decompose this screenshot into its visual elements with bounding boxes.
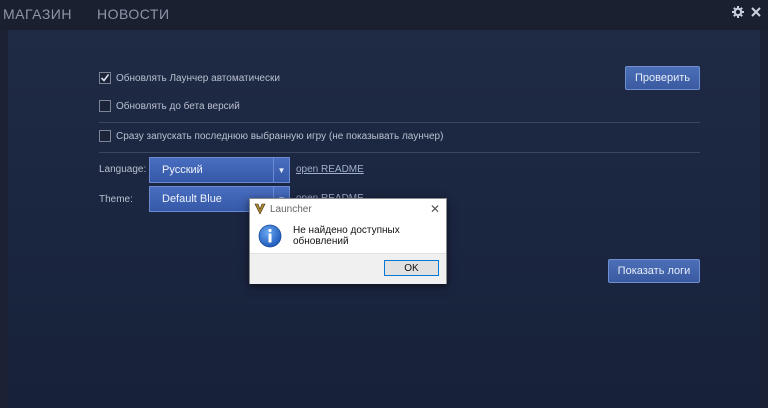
dialog-footer: OK — [250, 253, 446, 284]
language-readme-link[interactable]: open README — [296, 164, 364, 175]
auto-update-option[interactable]: Обновлять Лаунчер автоматически — [99, 72, 280, 84]
auto-update-label: Обновлять Лаунчер автоматически — [116, 72, 280, 84]
update-message-dialog: Launcher ✕ Не найдено доступных обновлен… — [249, 198, 447, 284]
beta-update-checkbox[interactable] — [99, 100, 111, 112]
language-label: Language: — [99, 164, 147, 175]
language-value: Русский — [162, 164, 203, 176]
nav-store[interactable]: МАГАЗИН — [3, 6, 72, 22]
show-logs-button[interactable]: Показать логи — [608, 259, 700, 283]
chevron-down-icon: ▼ — [273, 158, 289, 182]
dialog-title: Launcher — [270, 203, 312, 215]
beta-update-label: Обновлять до бета версий — [116, 100, 240, 112]
beta-update-option[interactable]: Обновлять до бета версий — [99, 100, 240, 112]
dialog-body: Не найдено доступных обновлений — [250, 219, 446, 253]
theme-value: Default Blue — [162, 193, 222, 205]
launch-last-checkbox[interactable] — [99, 130, 111, 142]
language-select[interactable]: Русский ▼ — [149, 157, 290, 183]
launch-last-option[interactable]: Сразу запускать последнюю выбранную игру… — [99, 130, 443, 142]
window-controls — [732, 6, 762, 18]
check-icon — [100, 74, 110, 82]
info-icon — [258, 224, 282, 248]
theme-label: Theme: — [99, 194, 133, 205]
dialog-title-bar[interactable]: Launcher ✕ — [250, 199, 446, 219]
close-icon[interactable]: ✕ — [430, 202, 440, 216]
divider — [99, 152, 700, 153]
check-updates-button[interactable]: Проверить — [625, 66, 700, 90]
ok-button[interactable]: OK — [384, 260, 439, 276]
top-nav-bar: МАГАЗИН НОВОСТИ — [0, 0, 768, 30]
launcher-logo-icon — [254, 203, 266, 215]
close-icon[interactable] — [750, 6, 762, 18]
gear-icon[interactable] — [732, 6, 744, 18]
dialog-message: Не найдено доступных обновлений — [293, 225, 400, 247]
nav-news[interactable]: НОВОСТИ — [97, 6, 170, 22]
divider — [99, 122, 700, 123]
auto-update-checkbox[interactable] — [99, 72, 111, 84]
launch-last-label: Сразу запускать последнюю выбранную игру… — [116, 130, 444, 142]
